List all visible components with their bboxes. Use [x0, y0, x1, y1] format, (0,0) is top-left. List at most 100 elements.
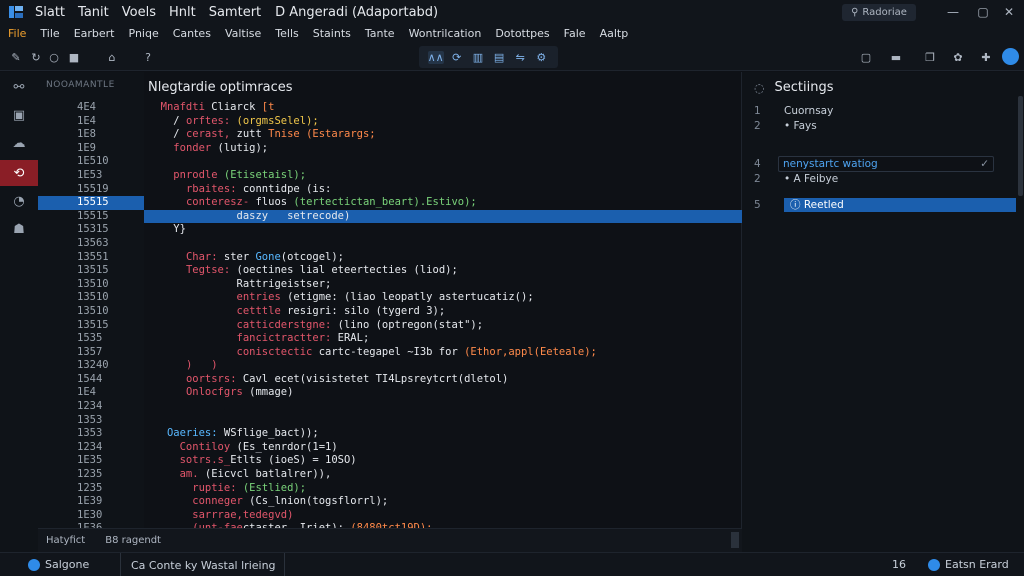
line-number: 1357: [77, 345, 103, 358]
code-line[interactable]: Onlocfgrs (mmage): [144, 386, 742, 400]
help-icon[interactable]: ?: [140, 49, 156, 65]
code-line[interactable]: ) ): [144, 359, 742, 373]
layers-icon[interactable]: ☗: [0, 216, 38, 242]
code-line[interactable]: rbaites: conntidpe (is:: [144, 183, 742, 197]
code-line[interactable]: Tegtse: (oectines lial eteertecties (lio…: [144, 264, 742, 278]
settings-row[interactable]: 1 Cuornsay: [742, 104, 1016, 119]
title-menu-item[interactable]: Slatt: [35, 5, 65, 20]
menu-item[interactable]: Tells: [275, 27, 298, 40]
stop-icon[interactable]: ■: [66, 49, 82, 65]
selected-settings-row[interactable]: ⓘ Reetled: [784, 198, 1016, 212]
code-line[interactable]: [144, 155, 742, 169]
code-line[interactable]: Char: ster Gone(otcogel);: [144, 251, 742, 265]
code-line[interactable]: conteresz- fluos (tertectictan_beart).Es…: [144, 196, 742, 210]
profile-icon[interactable]: [1002, 48, 1019, 65]
panel-scrollbar[interactable]: [1018, 96, 1023, 196]
menu-item[interactable]: Pniqe: [129, 27, 159, 40]
menu-item[interactable]: Tile: [40, 27, 59, 40]
code-line[interactable]: fonder (lutig);: [144, 142, 742, 156]
code-line[interactable]: entries (etigme: (liao leopatly astertuc…: [144, 291, 742, 305]
status-right[interactable]: Eatsn Erard: [928, 558, 1009, 571]
sidebar-icon[interactable]: ▤: [491, 51, 507, 64]
menu-file[interactable]: File: [8, 27, 26, 40]
code-line[interactable]: conisctectic cartc-tegapel ~I3b for (Eth…: [144, 346, 742, 360]
menu-item[interactable]: Fale: [564, 27, 586, 40]
book-icon[interactable]: ▣: [0, 102, 38, 128]
code-line[interactable]: oortsrs: Cavl ecet(visistetet TI4Lpsreyt…: [144, 373, 742, 387]
code-line[interactable]: / cerast, zutt Tnise (Estarargs;: [144, 128, 742, 142]
code-line[interactable]: fancictractter: ERAL;: [144, 332, 742, 346]
code-token: Char:: [185, 250, 218, 263]
code-line[interactable]: ruptie: (Estlied);: [144, 482, 742, 496]
status-number[interactable]: 16: [892, 558, 906, 571]
folder-icon[interactable]: ▬: [888, 49, 904, 65]
menu-item[interactable]: Staints: [313, 27, 351, 40]
refresh-icon[interactable]: ↻: [28, 49, 44, 65]
copy-icon[interactable]: ❐: [922, 49, 938, 65]
chat-icon[interactable]: ◔: [0, 188, 38, 214]
bug-icon[interactable]: ✿: [950, 49, 966, 65]
status-message[interactable]: Ca Conte ky Wastal lrieing: [120, 553, 285, 576]
code-editor[interactable]: Nlegtardie optimraces Mnafdti Cliarck [t…: [144, 72, 742, 575]
code-line[interactable]: Rattrigeistser;: [144, 278, 742, 292]
bottom-tab[interactable]: B8 ragendt: [105, 535, 161, 546]
menu-item[interactable]: Cantes: [173, 27, 211, 40]
code-line[interactable]: Y}: [144, 223, 742, 237]
refresh-icon[interactable]: ⟲: [0, 160, 38, 186]
code-line[interactable]: cetttle resigri: silo (tygerd 3);: [144, 305, 742, 319]
code-line[interactable]: / orftes: (orgmsSelel);: [144, 115, 742, 129]
maximize-button[interactable]: ▢: [972, 0, 994, 24]
status-left[interactable]: Salgone: [28, 558, 89, 571]
code-token: (lino (optregon(stat");: [331, 318, 484, 331]
sync-icon[interactable]: ⟳: [449, 51, 465, 64]
settings-row[interactable]: 2 • Fays: [742, 119, 1016, 134]
code-line[interactable]: catticderstgne: (lino (optregon(stat");: [144, 319, 742, 333]
title-menu-item[interactable]: Hnlt: [169, 5, 196, 20]
code-line[interactable]: pnrodle (Etisetaisl);: [144, 169, 742, 183]
circle-icon[interactable]: ○: [46, 49, 62, 65]
code-line[interactable]: Contiloy (Es_tenrdor(1=1): [144, 441, 742, 455]
scrollbar[interactable]: [731, 532, 739, 548]
waveform-icon[interactable]: ∧∧: [427, 50, 444, 64]
minimize-button[interactable]: —: [942, 0, 964, 24]
menu-item[interactable]: Tante: [365, 27, 395, 40]
code-token: conisctectic: [236, 345, 313, 358]
branch-icon[interactable]: ⚯: [0, 74, 38, 100]
settings-field[interactable]: nenystartc watiog ✓: [778, 156, 994, 172]
code-line[interactable]: conneger (Cs_lnion(togsflorrl);: [144, 495, 742, 509]
gear-icon[interactable]: ⚙: [533, 51, 549, 64]
code-line[interactable]: sotrs.s_Etlts (ioeS) = 10SO): [144, 454, 742, 468]
code-line[interactable]: daszy setrecode): [144, 209, 742, 224]
menu-item[interactable]: Wontrilcation: [409, 27, 482, 40]
account-button[interactable]: ⚲ Radoriae: [842, 4, 916, 21]
tag-icon[interactable]: ⌂: [104, 49, 120, 65]
code-line[interactable]: Oaeries: WSflige_bact));: [144, 427, 742, 441]
check-icon: ✓: [980, 158, 989, 170]
menu-item[interactable]: Aaltp: [600, 27, 629, 40]
menu-item[interactable]: Earbert: [74, 27, 115, 40]
code-line[interactable]: sarrrae,tedegvd): [144, 509, 742, 523]
code-line[interactable]: Mnafdti Cliarck [t: [144, 101, 742, 115]
cursor-icon[interactable]: ✎: [8, 49, 24, 65]
cloud-icon[interactable]: ☁: [0, 130, 38, 156]
code-line[interactable]: [144, 400, 742, 414]
code-token: daszy setrecode): [148, 209, 351, 222]
bottom-tab[interactable]: Hatyfict: [46, 535, 85, 546]
window-icon[interactable]: ▢: [858, 49, 874, 65]
title-menu-item[interactable]: Tanit: [78, 5, 109, 20]
title-menu-item[interactable]: Samtert: [209, 5, 261, 20]
close-button[interactable]: ✕: [998, 0, 1020, 24]
columns-icon[interactable]: ▥: [470, 51, 486, 64]
code-line[interactable]: [144, 414, 742, 428]
menu-item[interactable]: Dotottpes: [495, 27, 549, 40]
menu-item[interactable]: Valtise: [225, 27, 261, 40]
code-line[interactable]: [144, 237, 742, 251]
settings-row[interactable]: 2 • A Feibye: [742, 172, 1016, 187]
split-icon[interactable]: ⇋: [512, 51, 528, 64]
pin-icon[interactable]: ✚: [978, 49, 994, 65]
code-lines[interactable]: Mnafdti Cliarck [t / orftes: (orgmsSelel…: [144, 101, 742, 576]
info-icon: ⓘ: [790, 199, 801, 211]
title-menu-item[interactable]: Voels: [122, 5, 156, 20]
code-line[interactable]: am. (Eicvcl batlalrer)),: [144, 468, 742, 482]
